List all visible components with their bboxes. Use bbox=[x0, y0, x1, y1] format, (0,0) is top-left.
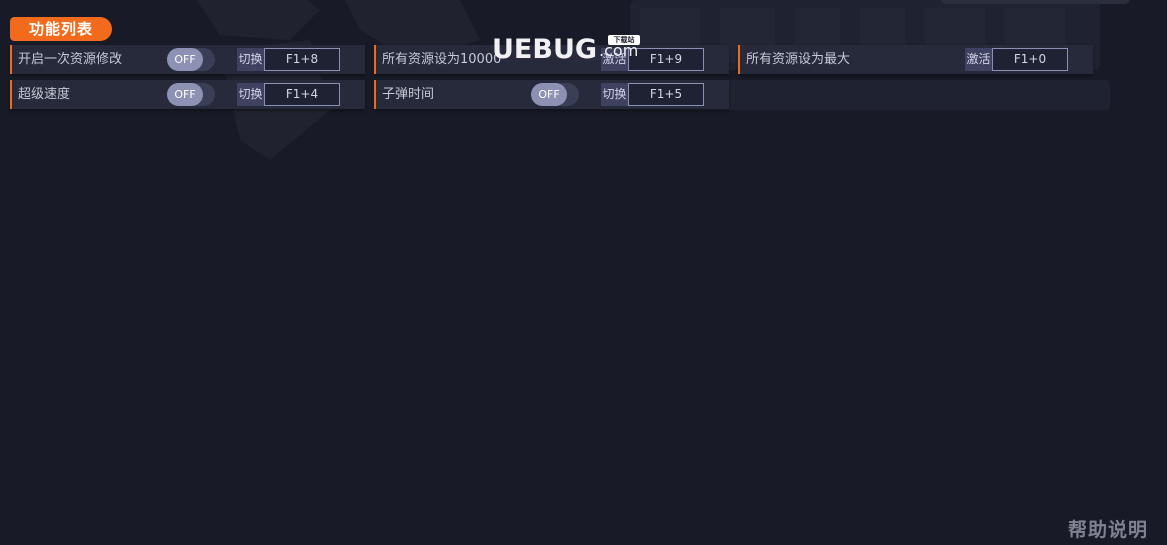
feature-label: 所有资源设为最大 bbox=[746, 52, 851, 67]
feature-row-resource-max: 所有资源设为最大 激活 F1+0 bbox=[738, 45, 1093, 74]
feature-row-resource-once: 开启一次资源修改 OFF 切换 F1+8 bbox=[10, 45, 365, 74]
hotkey-field[interactable]: F1+4 bbox=[264, 83, 340, 106]
top-search-bar bbox=[940, 0, 1130, 4]
action-type-label: 切换 bbox=[601, 83, 628, 106]
bullet-time-toggle[interactable]: OFF bbox=[531, 83, 579, 106]
feature-row-super-speed: 超级速度 OFF 切换 F1+4 bbox=[10, 80, 365, 109]
toggle-state: OFF bbox=[167, 83, 203, 106]
action-type-label[interactable]: 激活 bbox=[601, 48, 628, 71]
feature-label: 所有资源设为10000 bbox=[382, 52, 502, 67]
toggle-state: OFF bbox=[167, 48, 203, 71]
hotkey-field[interactable]: F1+8 bbox=[264, 48, 340, 71]
action-type-label[interactable]: 激活 bbox=[965, 48, 992, 71]
help-link[interactable]: 帮助说明 bbox=[1068, 515, 1148, 542]
feature-label: 子弹时间 bbox=[382, 87, 435, 102]
hotkey-field[interactable]: F1+0 bbox=[992, 48, 1068, 71]
toggle-state: OFF bbox=[531, 83, 567, 106]
feature-list-tab[interactable]: 功能列表 bbox=[10, 17, 112, 41]
feature-row-resource-10000: 所有资源设为10000 激活 F1+9 bbox=[374, 45, 729, 74]
watermark-badge: 下载站 bbox=[608, 35, 640, 45]
action-type-label: 切换 bbox=[237, 83, 264, 106]
resource-once-toggle[interactable]: OFF bbox=[167, 48, 215, 71]
hotkey-field[interactable]: F1+9 bbox=[628, 48, 704, 71]
action-type-label: 切换 bbox=[237, 48, 264, 71]
feature-row-bullet-time: 子弹时间 OFF 切换 F1+5 bbox=[374, 80, 729, 109]
feature-label: 超级速度 bbox=[18, 87, 71, 102]
feature-label: 开启一次资源修改 bbox=[18, 52, 123, 67]
super-speed-toggle[interactable]: OFF bbox=[167, 83, 215, 106]
hotkey-field[interactable]: F1+5 bbox=[628, 83, 704, 106]
